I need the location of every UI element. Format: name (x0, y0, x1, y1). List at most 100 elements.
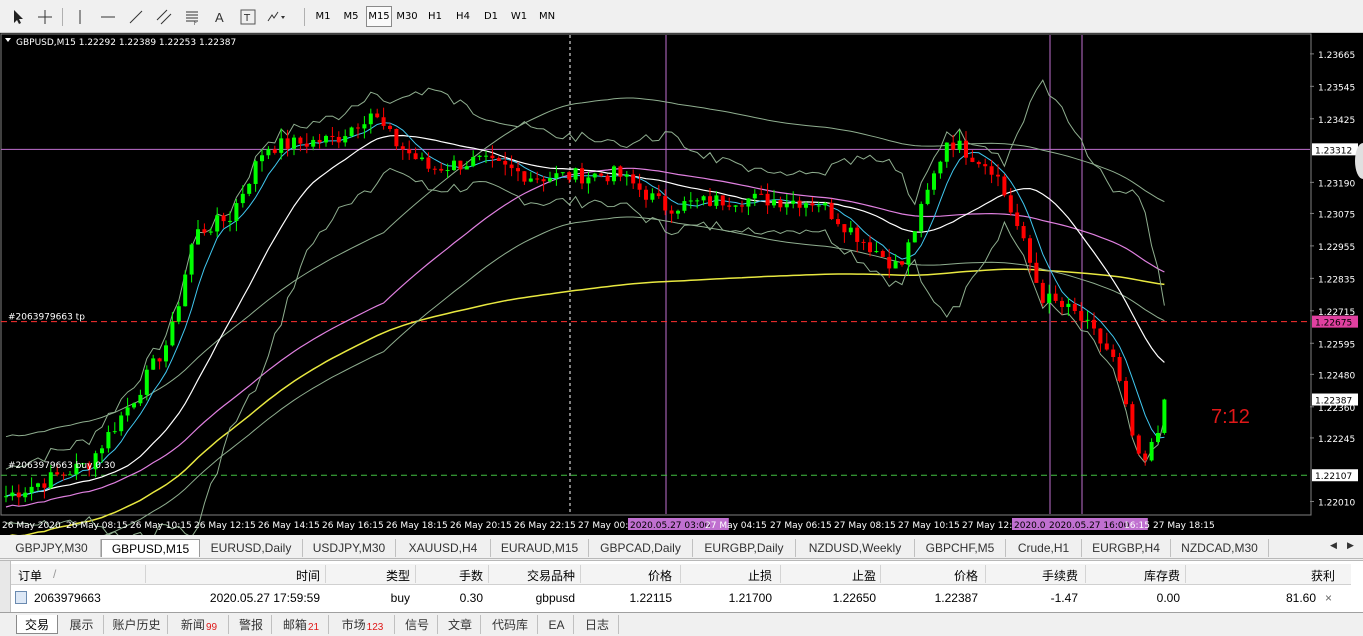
order-ticket[interactable]: 2063979663 (34, 591, 101, 605)
symbol-tab[interactable]: EURAUD,M15 (491, 539, 589, 557)
column-header[interactable]: 手数 (459, 567, 483, 584)
terminal-tab-label: 警报 (238, 618, 263, 632)
price-label: 1.23075 (1318, 210, 1355, 220)
candle (183, 270, 188, 307)
horizontal-line-icon[interactable] (96, 6, 120, 27)
candle (612, 165, 616, 185)
timeframe-m30-button[interactable]: M30 (394, 6, 420, 27)
candle (157, 357, 162, 370)
band-outer-upper (5, 97, 1165, 438)
equidistant-channel-icon[interactable] (152, 6, 176, 27)
candle (816, 201, 821, 213)
timeframe-h4-button[interactable]: H4 (450, 6, 476, 27)
candle (1066, 297, 1071, 316)
timeframe-w1-button[interactable]: W1 (506, 6, 532, 27)
candle (1072, 297, 1077, 315)
symbol-tab[interactable]: GBPCHF,M5 (915, 539, 1006, 557)
terminal-tab[interactable]: 新闻 99 (170, 615, 229, 634)
symbol-tab[interactable]: NZDUSD,Weekly (796, 539, 915, 557)
order-cell: 1.21700 (728, 591, 772, 605)
column-header[interactable]: 价格 (954, 567, 978, 584)
candle (253, 159, 258, 192)
timeframe-m5-button[interactable]: M5 (338, 6, 364, 27)
candle (247, 183, 252, 197)
terminal-tab[interactable]: 交易 (16, 615, 58, 634)
symbol-tab[interactable]: EURGBP,Daily (693, 539, 796, 557)
timeframe-d1-button[interactable]: D1 (478, 6, 504, 27)
terminal-tab[interactable]: 市场 123 (331, 615, 395, 634)
candle (804, 201, 808, 217)
candle (112, 422, 117, 434)
price-chart[interactable]: 1.23665 1.23545 1.23425 1.23312 1.23190 1.230… (0, 33, 1363, 535)
column-header[interactable]: 获利 (1311, 567, 1335, 584)
symbol-tab[interactable]: EURGBP,H4 (1082, 539, 1171, 557)
column-header[interactable]: 手续费 (1042, 567, 1078, 584)
candle (656, 184, 661, 199)
terminal-tab[interactable]: 账户历史 (106, 615, 168, 634)
arrows-icon[interactable] (264, 6, 288, 27)
symbol-tab[interactable]: NZDCAD,M30 (1171, 539, 1269, 557)
column-header[interactable]: 库存费 (1144, 567, 1180, 584)
text-icon[interactable]: A (208, 6, 232, 27)
symbol-tab[interactable]: GBPUSD,M15 (101, 539, 200, 557)
candle (208, 227, 213, 236)
candle (784, 194, 789, 215)
chart-title: GBPUSD,M15 1.22292 1.22389 1.22253 1.223… (16, 38, 236, 48)
tab-scroll-right-icon[interactable]: ▶ (1347, 541, 1354, 551)
column-header[interactable]: 交易品种 (527, 567, 575, 584)
symbol-tab[interactable]: XAUUSD,H4 (396, 539, 491, 557)
candle (1092, 312, 1096, 335)
vertical-line-icon[interactable] (68, 6, 92, 27)
candle (36, 482, 40, 491)
symbol-tab[interactable]: EURUSD,Daily (200, 539, 303, 557)
symbol-tab[interactable]: USDJPY,M30 (303, 539, 396, 557)
order-cell: 81.60 (1285, 591, 1316, 605)
symbol-tab[interactable]: Crude,H1 (1006, 539, 1082, 557)
terminal-tab[interactable]: 信号 (397, 615, 438, 634)
chart-frame (0, 33, 1312, 516)
candle (522, 171, 527, 185)
price-label: 1.23190 (1318, 179, 1355, 189)
terminal-tab[interactable]: 警报 (231, 615, 272, 634)
trendline-icon[interactable] (124, 6, 148, 27)
terminal-tab[interactable]: 代码库 (483, 615, 538, 634)
timeframe-m15-button[interactable]: M15 (366, 6, 392, 27)
candle (464, 161, 469, 170)
terminal-tab[interactable]: EA (540, 615, 574, 634)
cursor-icon[interactable] (6, 6, 30, 27)
terminal-tab[interactable]: 日志 (576, 615, 619, 634)
fibonacci-icon[interactable]: F (180, 6, 204, 27)
candle (477, 154, 482, 161)
tab-scroll-left-icon[interactable]: ◀ (1330, 541, 1337, 551)
timeframe-m1-button[interactable]: M1 (310, 6, 336, 27)
time-label: 26 May 22:15 (514, 521, 576, 531)
candle (740, 200, 744, 213)
column-header[interactable]: 价格 (648, 567, 672, 584)
timeframe-h1-button[interactable]: H1 (422, 6, 448, 27)
candle (663, 189, 668, 216)
candle (138, 389, 143, 407)
candle (176, 301, 181, 325)
symbol-tab[interactable]: GBPCAD,Daily (589, 539, 693, 557)
candle (797, 196, 802, 217)
candle (164, 340, 168, 368)
candle (836, 213, 840, 227)
column-header[interactable]: 类型 (386, 567, 410, 584)
text-label-icon[interactable]: T (236, 6, 260, 27)
candle (202, 223, 207, 236)
bar-countdown: 7:12 (1211, 406, 1250, 428)
timeframe-mn-button[interactable]: MN (534, 6, 560, 27)
crosshair-icon[interactable] (33, 6, 57, 27)
close-order-icon[interactable]: × (1325, 591, 1332, 605)
column-header[interactable]: 止盈 (852, 567, 876, 584)
column-header[interactable]: 时间 (296, 567, 320, 584)
column-header[interactable]: 止损 (748, 567, 772, 584)
terminal-tab[interactable]: 邮箱 21 (274, 615, 329, 634)
terminal-side-bar[interactable] (0, 561, 11, 613)
terminal-tab[interactable]: 展示 (60, 615, 104, 634)
terminal-tab[interactable]: 文章 (440, 615, 481, 634)
candle (1162, 398, 1167, 435)
symbol-tab[interactable]: GBPJPY,M30 (3, 539, 101, 557)
candle (496, 156, 501, 162)
column-header[interactable]: 订单 (18, 567, 42, 584)
